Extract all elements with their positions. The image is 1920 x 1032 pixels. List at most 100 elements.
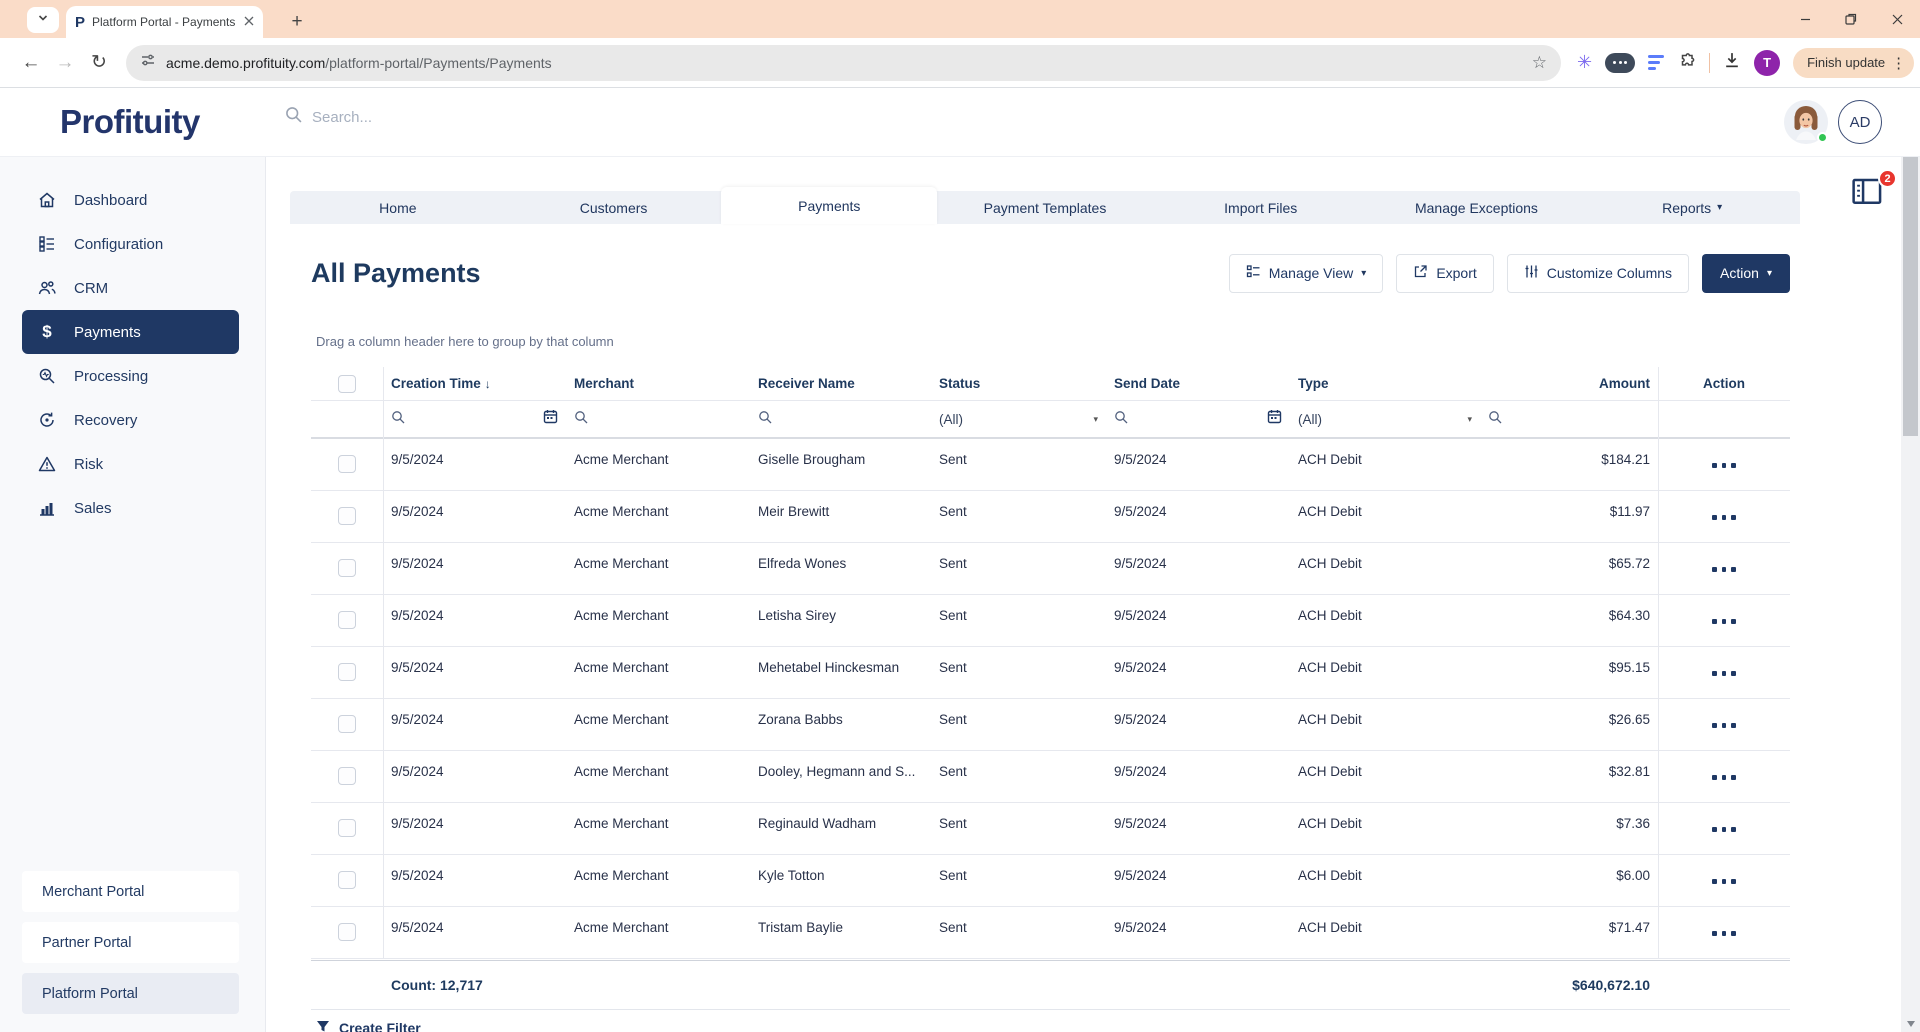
- extensions-puzzle-icon[interactable]: [1677, 51, 1696, 75]
- bookmark-star-icon[interactable]: ☆: [1532, 53, 1547, 73]
- tab-search-button[interactable]: [27, 7, 59, 33]
- filter-amount[interactable]: [1480, 401, 1658, 437]
- row-checkbox[interactable]: [338, 507, 356, 525]
- back-button[interactable]: ←: [14, 46, 48, 80]
- select-all-checkbox[interactable]: [338, 375, 356, 393]
- row-checkbox[interactable]: [338, 715, 356, 733]
- row-action-menu[interactable]: [1658, 803, 1790, 854]
- filter-status-dropdown[interactable]: (All)▾: [931, 401, 1106, 437]
- row-action-menu[interactable]: [1658, 543, 1790, 594]
- row-checkbox[interactable]: [338, 819, 356, 837]
- cell-creation: 9/5/2024: [383, 543, 566, 594]
- sidebar-item-crm[interactable]: CRM: [22, 266, 239, 310]
- browser-menu-icon[interactable]: ⋮: [1891, 54, 1906, 72]
- reload-button[interactable]: ↻: [82, 46, 116, 80]
- row-action-menu[interactable]: [1658, 439, 1790, 490]
- row-checkbox[interactable]: [338, 871, 356, 889]
- export-button[interactable]: Export: [1396, 254, 1493, 293]
- row-checkbox[interactable]: [338, 767, 356, 785]
- search-input[interactable]: [312, 109, 612, 126]
- column-header-amount[interactable]: Amount: [1480, 367, 1658, 400]
- extension-capsule-icon[interactable]: [1605, 53, 1635, 73]
- tab-payments[interactable]: Payments: [721, 187, 937, 224]
- forward-button[interactable]: →: [48, 46, 82, 80]
- funnel-icon: [316, 1019, 330, 1032]
- sidebar-item-dashboard[interactable]: Dashboard: [22, 178, 239, 222]
- chevron-down-icon: ▾: [1717, 202, 1722, 213]
- row-action-menu[interactable]: [1658, 595, 1790, 646]
- column-header-status[interactable]: Status: [931, 367, 1106, 400]
- filter-merchant[interactable]: [566, 401, 750, 437]
- page-scrollbar[interactable]: [1901, 88, 1920, 1032]
- row-action-menu[interactable]: [1658, 699, 1790, 750]
- site-info-icon[interactable]: [140, 52, 156, 73]
- sidebar-item-recovery[interactable]: Recovery: [22, 398, 239, 442]
- tab-close-icon[interactable]: [244, 13, 254, 31]
- filter-creation-time[interactable]: [383, 401, 566, 437]
- extension-bars-icon[interactable]: [1648, 55, 1664, 71]
- search-icon[interactable]: [758, 410, 772, 429]
- new-tab-button[interactable]: +: [283, 8, 311, 36]
- table-row: 9/5/2024Acme MerchantMehetabel Hinckesma…: [311, 647, 1790, 699]
- window-minimize-button[interactable]: [1782, 0, 1828, 38]
- column-header-send-date[interactable]: Send Date: [1106, 367, 1290, 400]
- tab-import-files[interactable]: Import Files: [1153, 191, 1369, 224]
- browser-profile-avatar[interactable]: T: [1754, 50, 1780, 76]
- tab-payment-templates[interactable]: Payment Templates: [937, 191, 1153, 224]
- tab-reports[interactable]: Reports▾: [1584, 191, 1800, 224]
- row-action-menu[interactable]: [1658, 907, 1790, 958]
- row-checkbox[interactable]: [338, 611, 356, 629]
- user-avatar[interactable]: [1784, 100, 1828, 144]
- row-action-menu[interactable]: [1658, 647, 1790, 698]
- sidebar-item-configuration[interactable]: Configuration: [22, 222, 239, 266]
- search-icon[interactable]: [1114, 410, 1128, 429]
- window-restore-button[interactable]: [1828, 0, 1874, 38]
- row-checkbox[interactable]: [338, 663, 356, 681]
- sidebar-item-processing[interactable]: Processing: [22, 354, 239, 398]
- extension-asterisk-icon[interactable]: ✳: [1577, 52, 1592, 73]
- customize-columns-button[interactable]: Customize Columns: [1507, 254, 1689, 293]
- browser-tab[interactable]: P Platform Portal - Payments - Pa: [66, 6, 263, 38]
- window-close-button[interactable]: [1874, 0, 1920, 38]
- row-checkbox[interactable]: [338, 559, 356, 577]
- partner-portal-button[interactable]: Partner Portal: [22, 922, 239, 963]
- row-checkbox[interactable]: [338, 923, 356, 941]
- sidebar-item-risk[interactable]: Risk: [22, 442, 239, 486]
- tab-manage-exceptions[interactable]: Manage Exceptions: [1369, 191, 1585, 224]
- row-action-menu[interactable]: [1658, 855, 1790, 906]
- bar-chart-icon: [37, 499, 57, 517]
- column-header-receiver-name[interactable]: Receiver Name: [750, 367, 931, 400]
- address-bar[interactable]: acme.demo.profituity.com/platform-portal…: [126, 45, 1561, 81]
- row-action-menu[interactable]: [1658, 751, 1790, 802]
- calendar-icon[interactable]: [1267, 409, 1282, 429]
- user-initials-badge[interactable]: AD: [1838, 100, 1882, 144]
- create-filter-button[interactable]: Create Filter: [316, 1019, 421, 1032]
- side-panel-toggle[interactable]: 2: [1851, 175, 1893, 217]
- row-action-menu[interactable]: [1658, 491, 1790, 542]
- cell-type: ACH Debit: [1290, 491, 1480, 542]
- filter-receiver-name[interactable]: [750, 401, 931, 437]
- row-checkbox[interactable]: [338, 455, 356, 473]
- search-icon[interactable]: [1488, 410, 1502, 429]
- filter-type-dropdown[interactable]: (All)▾: [1290, 401, 1480, 437]
- tab-home[interactable]: Home: [290, 191, 506, 224]
- finish-update-button[interactable]: Finish update ⋮: [1793, 48, 1914, 78]
- column-header-creation-time[interactable]: Creation Time↓: [383, 367, 566, 400]
- filter-send-date[interactable]: [1106, 401, 1290, 437]
- action-button[interactable]: Action▾: [1702, 254, 1790, 293]
- downloads-icon[interactable]: [1723, 51, 1741, 74]
- platform-portal-button[interactable]: Platform Portal: [22, 973, 239, 1014]
- calendar-icon[interactable]: [543, 409, 558, 429]
- merchant-portal-button[interactable]: Merchant Portal: [22, 871, 239, 912]
- brand-logo[interactable]: Profituity: [60, 103, 200, 141]
- global-search[interactable]: [285, 106, 612, 128]
- manage-view-button[interactable]: Manage View▾: [1229, 254, 1384, 293]
- sidebar-item-payments[interactable]: $ Payments: [22, 310, 239, 354]
- sidebar-item-sales[interactable]: Sales: [22, 486, 239, 530]
- scroll-down-arrow[interactable]: [1901, 1015, 1920, 1032]
- search-icon[interactable]: [391, 410, 405, 429]
- tab-customers[interactable]: Customers: [506, 191, 722, 224]
- column-header-type[interactable]: Type: [1290, 367, 1480, 400]
- column-header-merchant[interactable]: Merchant: [566, 367, 750, 400]
- search-icon[interactable]: [574, 410, 588, 429]
